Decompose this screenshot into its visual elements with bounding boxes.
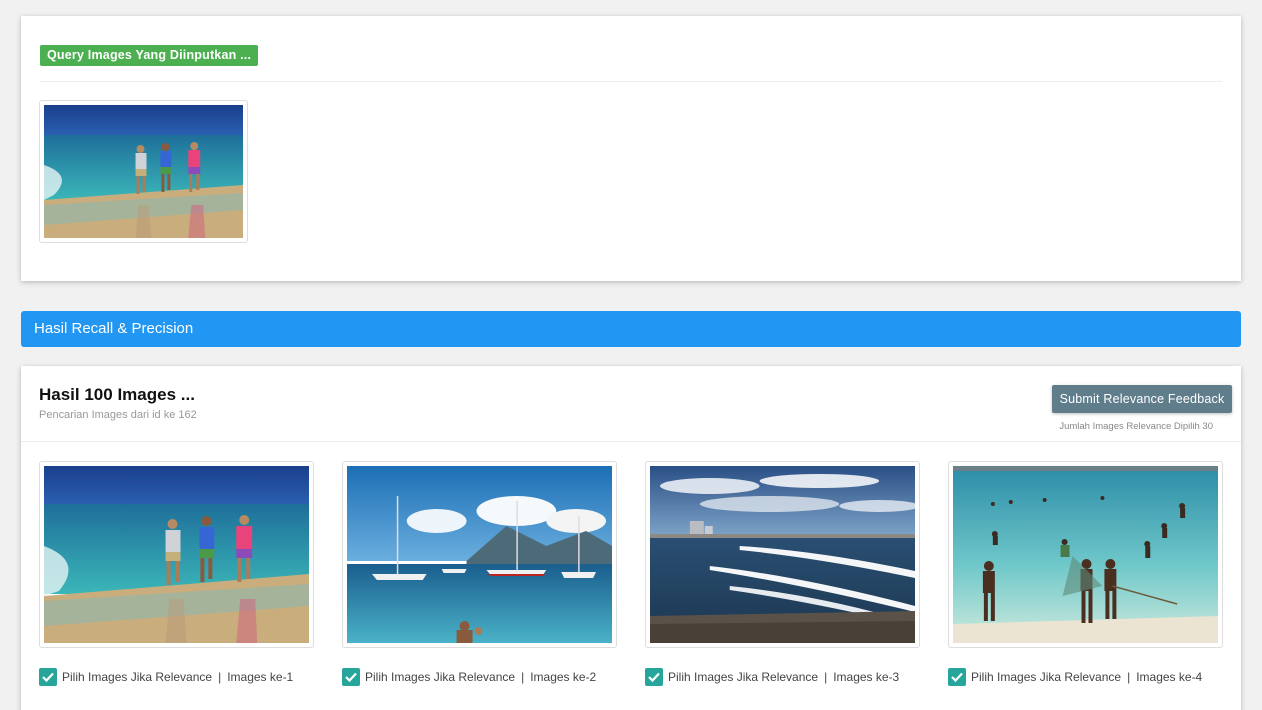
separator: | [1127,670,1131,684]
separator: | [218,670,222,684]
relevance-check-row-1: Pilih Images Jika Relevance | Images ke-… [39,668,293,686]
coastal-waves-photo [650,466,915,643]
relevance-checkbox-4[interactable] [948,668,966,686]
result-image-3[interactable] [645,461,920,648]
relevance-check-label: Pilih Images Jika Relevance [668,670,819,684]
results-title: Hasil 100 Images ... [39,385,195,404]
separator: | [521,670,525,684]
query-image [39,100,248,243]
relevance-check-label: Pilih Images Jika Relevance [971,670,1122,684]
check-icon [648,672,660,683]
result-image-2[interactable] [342,461,617,648]
sailboats-harbor-photo [347,466,612,643]
submit-relevance-feedback-button[interactable]: Submit Relevance Feedback [1052,385,1232,413]
selected-count: Jumlah Images Relevance Dipilih 30 [1059,421,1213,432]
results-subtitle: Pencarian Images dari id ke 162 [39,409,197,421]
image-index-label: Images ke-2 [530,670,597,684]
result-image-1[interactable] [39,461,314,648]
recall-precision-bar[interactable]: Hasil Recall & Precision [21,311,1241,347]
fishermen-shallow-water-photo [953,466,1218,643]
relevance-check-row-4: Pilih Images Jika Relevance | Images ke-… [948,668,1202,686]
relevance-checkbox-2[interactable] [342,668,360,686]
beach-runners-photo [44,105,243,238]
query-images-card: Query Images Yang Diinputkan ... [21,16,1241,281]
image-index-label: Images ke-3 [833,670,900,684]
divider [40,81,1222,82]
separator: | [824,670,828,684]
relevance-check-row-3: Pilih Images Jika Relevance | Images ke-… [645,668,899,686]
beach-runners-photo [44,466,309,643]
check-icon [42,672,54,683]
result-image-4[interactable] [948,461,1223,648]
query-images-label: Query Images Yang Diinputkan ... [40,45,259,66]
image-index-label: Images ke-4 [1136,670,1203,684]
relevance-checkbox-3[interactable] [645,668,663,686]
relevance-check-row-2: Pilih Images Jika Relevance | Images ke-… [342,668,596,686]
relevance-checkbox-1[interactable] [39,668,57,686]
check-icon [951,672,963,683]
divider [21,441,1241,442]
relevance-check-label: Pilih Images Jika Relevance [365,670,516,684]
image-index-label: Images ke-1 [227,670,294,684]
relevance-check-label: Pilih Images Jika Relevance [62,670,213,684]
check-icon [345,672,357,683]
results-card: Hasil 100 Images ... Pencarian Images da… [21,366,1241,710]
